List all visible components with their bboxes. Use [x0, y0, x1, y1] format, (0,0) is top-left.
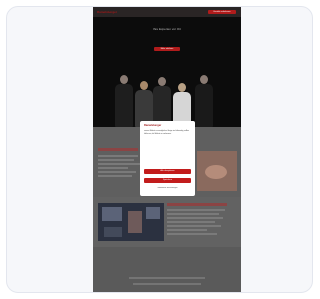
- text-line: [167, 233, 217, 235]
- text-line: [167, 217, 223, 219]
- text-line: [167, 213, 219, 215]
- text-line: [98, 175, 132, 177]
- hero-section: Ihre Experten vor Ort Mehr erfahren: [93, 17, 241, 127]
- text-line: [133, 283, 201, 285]
- dialog-text: Wir verwenden Cookies, um Ihnen die best…: [144, 129, 190, 135]
- team-member: [153, 77, 171, 127]
- site-logo[interactable]: Ramelsberger: [97, 10, 117, 14]
- office-image: [98, 203, 164, 241]
- website-preview: Ramelsberger Kontakt aufnehmen Ihre Expe…: [93, 7, 241, 292]
- text-line: [98, 159, 134, 161]
- team-photo: [115, 69, 221, 127]
- content-image: [197, 151, 237, 191]
- text-line: [167, 221, 215, 223]
- content-section-2: [93, 197, 241, 247]
- team-member: [115, 75, 133, 127]
- header-contact-button[interactable]: Kontakt aufnehmen: [208, 10, 236, 14]
- cookie-consent-dialog: Ramelsberger Wir verwenden Cookies, um I…: [140, 121, 195, 196]
- section-heading: [98, 148, 138, 151]
- text-line: [98, 155, 138, 157]
- dialog-logo: Ramelsberger: [144, 124, 162, 127]
- accept-all-button[interactable]: Alle akzeptieren: [144, 169, 191, 174]
- settings-link[interactable]: Individuelle Einstellungen: [144, 187, 191, 189]
- save-button[interactable]: Speichern: [144, 178, 191, 183]
- text-line: [98, 163, 140, 165]
- text-line: [167, 225, 221, 227]
- text-line: [98, 167, 128, 169]
- text-line: [98, 171, 136, 173]
- hero-title: Ihre Experten vor Ort: [152, 27, 181, 31]
- text-line: [129, 277, 205, 279]
- site-header: Ramelsberger Kontakt aufnehmen: [93, 7, 241, 17]
- text-line: [167, 229, 207, 231]
- section-heading: [167, 203, 227, 206]
- text-line: [167, 209, 225, 211]
- team-member: [195, 75, 213, 127]
- footer-section: [93, 247, 241, 292]
- hero-button[interactable]: Mehr erfahren: [154, 47, 180, 51]
